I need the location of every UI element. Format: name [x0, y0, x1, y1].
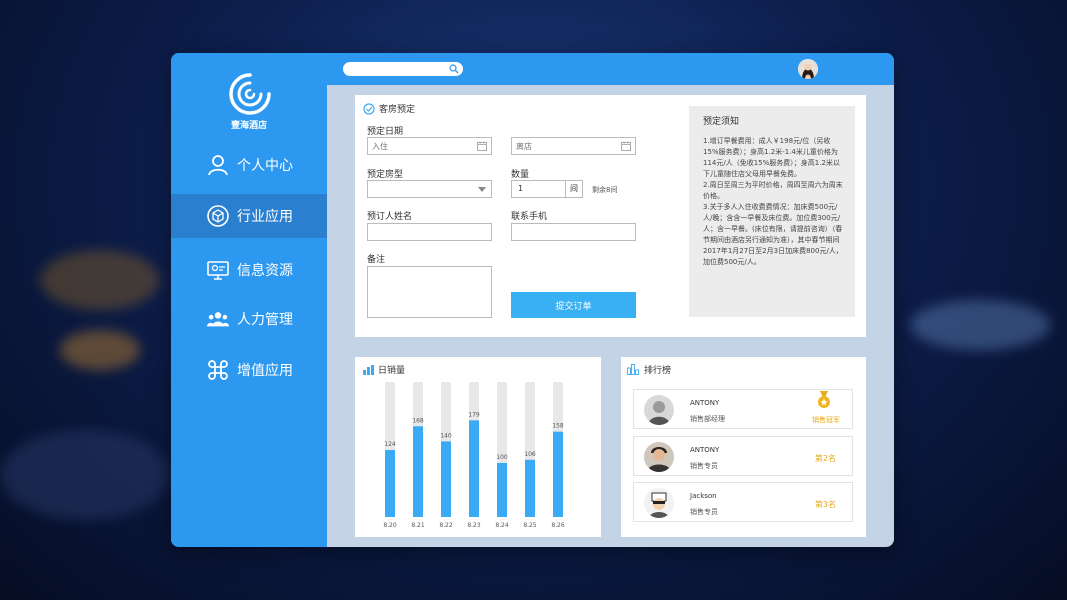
ranking-role: 销售专员	[690, 462, 718, 470]
checkin-date-field[interactable]	[367, 137, 492, 155]
submit-order-button[interactable]: 提交订单	[511, 292, 636, 318]
ranking-row[interactable]: Jackson 销售专员 第3名	[633, 482, 853, 522]
medal-icon	[818, 391, 830, 408]
checkout-date-field[interactable]	[511, 137, 636, 155]
ranking-title: 排行榜	[627, 363, 671, 376]
quantity-field[interactable]: 1 间	[511, 180, 583, 198]
remark-label: 备注	[367, 255, 386, 265]
booker-name-label: 预订人姓名	[367, 212, 413, 222]
room-type-select[interactable]	[367, 180, 492, 198]
bar-value-label: 124	[384, 441, 396, 448]
phone-label: 联系手机	[511, 212, 548, 222]
bar-8.26	[553, 431, 563, 517]
bar-value-label: 100	[496, 454, 508, 461]
ranking-badge: 第3名	[814, 500, 836, 509]
remark-textarea[interactable]	[367, 266, 492, 318]
date-label: 预定日期	[367, 127, 404, 137]
phone-field[interactable]	[511, 223, 636, 241]
avatar	[644, 442, 674, 472]
x-tick-label: 8.24	[495, 522, 509, 529]
bar-value-label: 158	[552, 423, 564, 430]
booker-name-field[interactable]	[367, 223, 492, 241]
room-type-label: 预定房型	[367, 170, 404, 180]
ranking-card: 排行榜 ANTONY 销售部经理 销售冠军 ANTONY 销售专员 第2名 Ja…	[621, 357, 866, 537]
calendar-icon[interactable]	[621, 141, 631, 151]
x-tick-label: 8.25	[523, 522, 537, 529]
sidebar: 壹海酒店 个人中心 行业应用 信息资源 人力管理 增值应用	[171, 53, 327, 547]
bar-8.20	[385, 450, 395, 517]
daily-sales-chart: 124 8.20 168 8.21 140 8.22 179 8.23 100 8.24 106 8.…	[383, 382, 565, 529]
cube-icon	[207, 205, 229, 227]
x-tick-label: 8.20	[383, 522, 397, 529]
x-tick-label: 8.22	[439, 522, 453, 529]
check-circle-icon	[363, 102, 375, 115]
avatar	[644, 395, 674, 425]
remaining-rooms: 剩余8间	[592, 186, 618, 194]
command-icon	[207, 359, 229, 381]
bar-8.24	[497, 463, 507, 517]
ranking-badge: 第2名	[814, 454, 836, 463]
nav-item-label: 行业应用	[237, 209, 293, 225]
quantity-unit: 间	[565, 181, 582, 197]
nav-item-hr-management[interactable]: 人力管理	[171, 297, 327, 341]
checkout-input[interactable]	[512, 138, 635, 154]
quantity-label: 数量	[511, 170, 530, 180]
nav-item-label: 信息资源	[237, 263, 293, 279]
bar-8.22	[441, 441, 451, 517]
bar-value-label: 106	[524, 451, 536, 458]
x-tick-label: 8.21	[411, 522, 425, 529]
booker-name-input[interactable]	[368, 224, 491, 240]
nav-item-label: 个人中心	[237, 158, 293, 174]
nav-item-industry-apps[interactable]: 行业应用	[171, 194, 327, 238]
chevron-down-icon	[478, 187, 486, 192]
ranking-role: 销售部经理	[690, 415, 725, 423]
app-window: 壹海酒店 个人中心 行业应用 信息资源 人力管理 增值应用 客房预定 预定日期 …	[171, 53, 894, 547]
booking-title: 客房预定	[363, 102, 415, 115]
logo-icon	[229, 73, 271, 115]
ranking-name: ANTONY	[690, 399, 720, 407]
booking-notice: 预定须知 1.增订早餐费用：成人￥198元/位（另收15%服务费）；身高1.2米…	[689, 106, 855, 317]
user-avatar[interactable]	[798, 59, 818, 79]
ranking-row[interactable]: ANTONY 销售部经理 销售冠军	[633, 389, 853, 429]
ranking-name: Jackson	[690, 492, 717, 500]
daily-sales-card: 日销量 124 8.20 168 8.21 140 8.22 179 8.23 100 8.24 1…	[355, 357, 601, 537]
bar-value-label: 168	[412, 417, 424, 424]
x-tick-label: 8.23	[467, 522, 481, 529]
search-icon[interactable]	[449, 64, 459, 74]
phone-input[interactable]	[512, 224, 635, 240]
ranking-role: 销售专员	[690, 508, 718, 516]
booking-card: 客房预定 预定日期 预定房型 数量 1 间 剩余8间 预订人姓名 联系手机 备注…	[355, 95, 866, 337]
nav-item-label: 人力管理	[237, 312, 293, 328]
calendar-icon[interactable]	[477, 141, 487, 151]
nav-item-personal-center[interactable]: 个人中心	[171, 143, 327, 187]
quantity-value: 1	[518, 184, 524, 193]
bar-value-label: 140	[440, 432, 452, 439]
checkin-input[interactable]	[368, 138, 491, 154]
avatar	[644, 488, 674, 518]
bar-value-label: 179	[468, 411, 480, 418]
monitor-icon	[207, 259, 229, 281]
ranking-row[interactable]: ANTONY 销售专员 第2名	[633, 436, 853, 476]
bar-8.21	[413, 426, 423, 517]
nav-item-value-added-apps[interactable]: 增值应用	[171, 348, 327, 392]
top-bar	[327, 53, 894, 85]
logo-text: 壹海酒店	[230, 121, 267, 131]
ranking-badge: 销售冠军	[812, 416, 840, 424]
group-icon	[207, 308, 229, 330]
bar-8.23	[469, 420, 479, 517]
bar-8.25	[525, 459, 535, 517]
search-input[interactable]	[343, 67, 447, 81]
ranking-name: ANTONY	[690, 446, 720, 454]
x-tick-label: 8.26	[551, 522, 565, 529]
nav-item-info-resources[interactable]: 信息资源	[171, 248, 327, 292]
notice-title: 预定须知	[703, 117, 740, 127]
ranking-icon	[627, 364, 639, 375]
notice-body: 1.增订早餐费用：成人￥198元/位（另收15%服务费）；身高1.2米-1.4米…	[703, 137, 843, 266]
nav-item-label: 增值应用	[237, 363, 293, 379]
user-icon	[207, 154, 229, 176]
search-box	[343, 62, 463, 81]
